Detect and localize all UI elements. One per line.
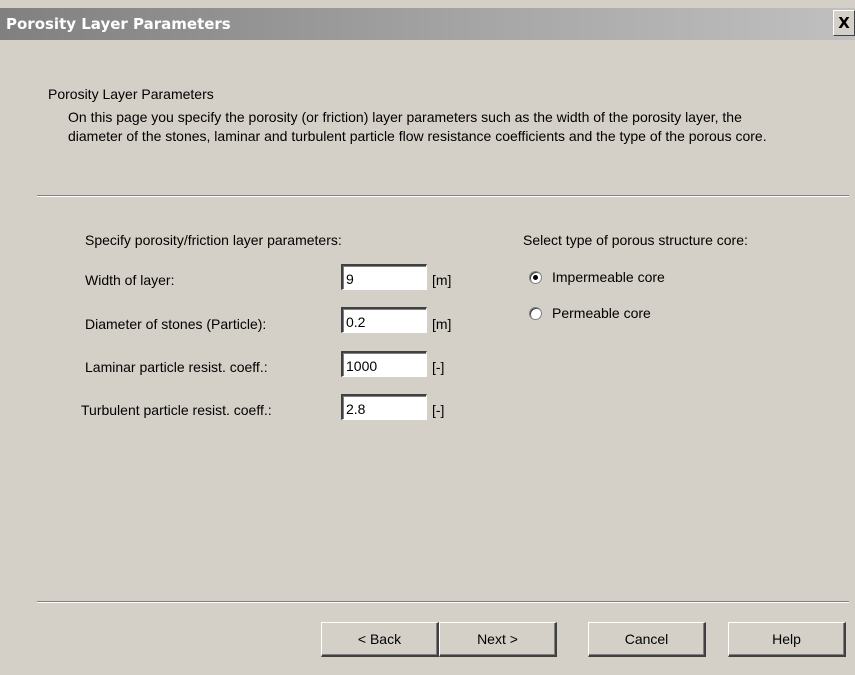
params-section-label: Specify porosity/friction layer paramete…	[85, 232, 342, 248]
permeable-core-label[interactable]: Permeable core	[552, 305, 651, 321]
core-section-label: Select type of porous structure core:	[523, 232, 748, 248]
porosity-dialog: Porosity Layer Parameters X Porosity Lay…	[0, 0, 855, 675]
turbulent-coeff-input[interactable]	[341, 394, 427, 420]
stone-diameter-label: Diameter of stones (Particle):	[85, 316, 267, 332]
impermeable-core-radio[interactable]	[529, 271, 542, 284]
page-description: On this page you specify the porosity (o…	[68, 109, 767, 144]
back-button[interactable]: < Back	[321, 622, 439, 657]
laminar-coeff-label: Laminar particle resist. coeff.:	[85, 359, 268, 375]
window-title: Porosity Layer Parameters	[6, 15, 231, 33]
title-bar: Porosity Layer Parameters X	[0, 8, 855, 40]
page-heading: Porosity Layer Parameters	[48, 86, 214, 102]
impermeable-core-label[interactable]: Impermeable core	[552, 269, 665, 285]
permeable-core-radio[interactable]	[529, 307, 542, 320]
width-of-layer-input[interactable]	[341, 264, 427, 290]
help-button[interactable]: Help	[728, 622, 846, 657]
width-of-layer-label: Width of layer:	[85, 272, 175, 288]
radio-selected-dot	[533, 275, 538, 280]
next-button[interactable]: Next >	[439, 622, 557, 657]
turbulent-coeff-unit: [-]	[432, 402, 445, 418]
width-of-layer-unit: [m]	[432, 272, 452, 288]
close-icon: X	[838, 14, 850, 32]
cancel-button[interactable]: Cancel	[588, 622, 706, 657]
close-button[interactable]: X	[833, 10, 855, 36]
laminar-coeff-unit: [-]	[432, 359, 445, 375]
footer-divider	[37, 601, 849, 603]
stone-diameter-input[interactable]	[341, 307, 427, 333]
header-divider	[37, 195, 849, 197]
laminar-coeff-input[interactable]	[341, 351, 427, 377]
stone-diameter-unit: [m]	[432, 316, 452, 332]
turbulent-coeff-label: Turbulent particle resist. coeff.:	[81, 402, 272, 418]
